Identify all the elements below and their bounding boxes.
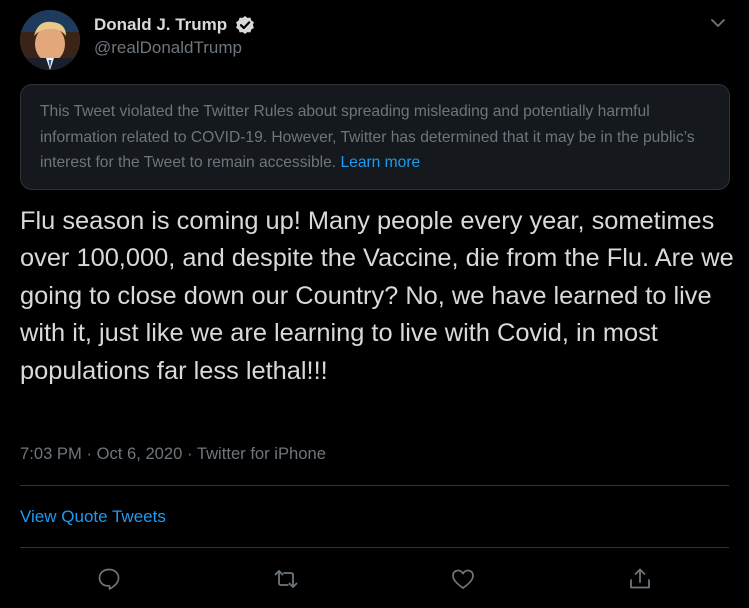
meta-separator: ·	[86, 444, 97, 463]
like-heart-icon[interactable]	[450, 566, 476, 592]
user-names: Donald J. Trump @realDonaldTrump	[94, 14, 255, 60]
tweet-source[interactable]: Twitter for iPhone	[197, 444, 326, 463]
avatar[interactable]	[20, 10, 80, 70]
divider	[20, 547, 729, 548]
tweet-card: Donald J. Trump @realDonaldTrump This Tw…	[0, 0, 749, 608]
tweet-time[interactable]: 7:03 PM	[20, 444, 82, 463]
display-name[interactable]: Donald J. Trump	[94, 14, 227, 36]
meta-separator: ·	[187, 444, 197, 463]
tweet-meta: 7:03 PM · Oct 6, 2020 · Twitter for iPho…	[20, 443, 326, 465]
more-options-chevron-down-icon[interactable]	[707, 12, 729, 34]
user-handle[interactable]: @realDonaldTrump	[94, 36, 255, 60]
action-bar	[20, 560, 729, 600]
misleading-info-notice: This Tweet violated the Twitter Rules ab…	[20, 84, 730, 190]
tweet-text: Flu season is coming up! Many people eve…	[20, 207, 734, 385]
learn-more-link[interactable]: Learn more	[340, 154, 420, 171]
tweet-header: Donald J. Trump @realDonaldTrump	[20, 10, 729, 70]
share-icon[interactable]	[627, 566, 653, 592]
verified-badge-icon	[235, 15, 255, 35]
retweet-icon[interactable]	[273, 566, 299, 592]
divider	[20, 485, 729, 486]
tweet-date[interactable]: Oct 6, 2020	[97, 444, 183, 463]
view-quote-tweets-link[interactable]: View Quote Tweets	[20, 506, 166, 528]
reply-icon[interactable]	[96, 566, 122, 592]
